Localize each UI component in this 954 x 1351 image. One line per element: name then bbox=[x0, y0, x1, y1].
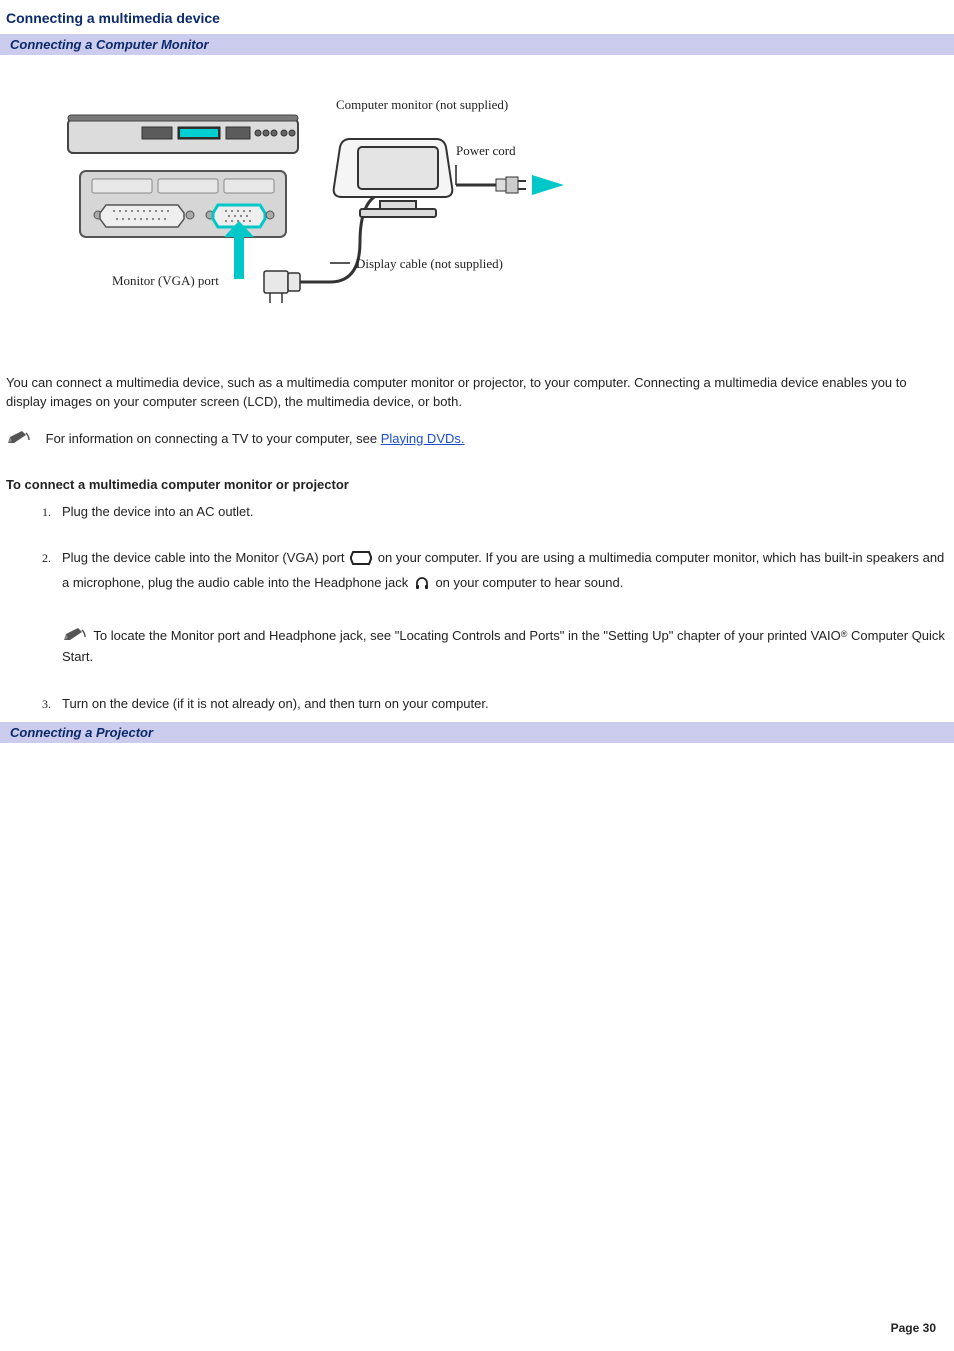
step-2-text-c: on your computer to hear sound. bbox=[435, 575, 623, 590]
page-number: Page 30 bbox=[891, 1321, 936, 1335]
note-text: For information on connecting a TV to yo… bbox=[46, 431, 381, 446]
connection-diagram: Monitor (VGA) port Display cable (not s bbox=[0, 55, 954, 368]
step-2: Plug the device cable into the Monitor (… bbox=[54, 548, 948, 667]
step-2-note: To locate the Monitor port and Headphone… bbox=[62, 626, 948, 668]
port-replicator-icon bbox=[80, 171, 286, 237]
label-vga-port: Monitor (VGA) port bbox=[112, 273, 219, 288]
section-bar-monitor: Connecting a Computer Monitor bbox=[0, 34, 954, 55]
step-1: Plug the device into an AC outlet. bbox=[54, 502, 948, 523]
power-cord-icon bbox=[456, 165, 564, 195]
page-title: Connecting a multimedia device bbox=[0, 0, 954, 34]
pencil-note-icon bbox=[6, 431, 32, 445]
step-3: Turn on the device (if it is not already… bbox=[54, 694, 948, 715]
section-bar-projector: Connecting a Projector bbox=[0, 722, 954, 743]
step-2-text-a: Plug the device cable into the Monitor (… bbox=[62, 550, 348, 565]
steps-heading: To connect a multimedia computer monitor… bbox=[0, 477, 954, 492]
vga-port-icon bbox=[350, 550, 372, 573]
step-3-text: Turn on the device (if it is not already… bbox=[54, 696, 489, 711]
label-display-cable: Display cable (not supplied) bbox=[356, 256, 503, 271]
step-1-text: Plug the device into an AC outlet. bbox=[54, 504, 254, 519]
crt-monitor-icon bbox=[334, 139, 453, 217]
laptop-top-icon bbox=[68, 115, 298, 153]
display-cable-connector-icon bbox=[264, 271, 330, 303]
intro-paragraph: You can connect a multimedia device, suc… bbox=[0, 374, 954, 412]
steps-list: Plug the device into an AC outlet. Plug … bbox=[0, 502, 954, 715]
label-monitor-title: Computer monitor (not supplied) bbox=[336, 97, 508, 112]
pencil-note-icon bbox=[62, 628, 88, 642]
headphone-icon bbox=[414, 575, 430, 598]
note-tv-connection: For information on connecting a TV to yo… bbox=[0, 430, 954, 449]
step-2-note-text: To locate the Monitor port and Headphone… bbox=[90, 628, 841, 643]
label-power-cord: Power cord bbox=[456, 143, 516, 158]
playing-dvds-link[interactable]: Playing DVDs. bbox=[381, 431, 465, 446]
